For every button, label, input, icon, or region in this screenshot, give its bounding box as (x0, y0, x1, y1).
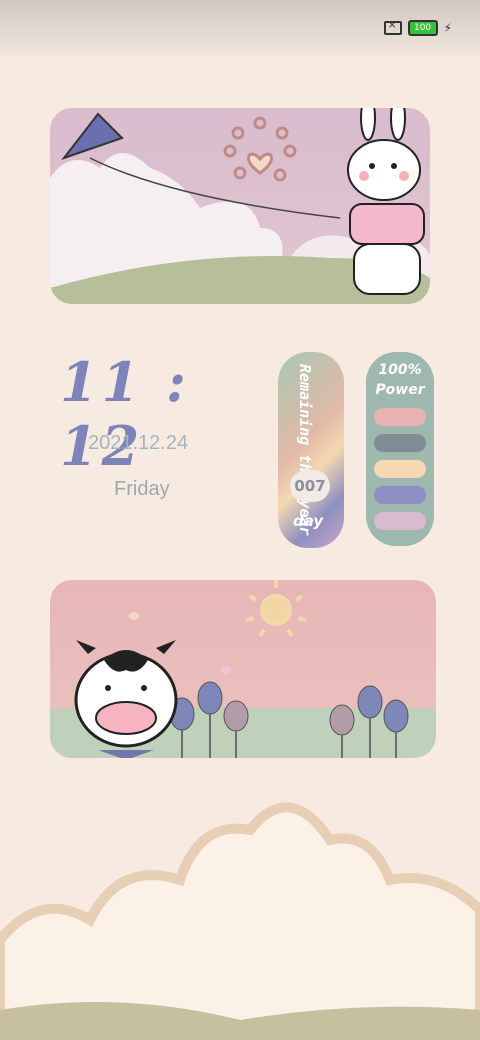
clock-date: 2021.12.24 (88, 432, 189, 454)
background-clouds (0, 802, 480, 1040)
remaining-count: 007 (290, 470, 330, 502)
power-bar (374, 460, 426, 478)
status-icons: 100 ⚡ (383, 18, 452, 36)
battery-level: 100 (413, 23, 432, 33)
clock-time[interactable]: 11 : 12 (60, 350, 244, 478)
remaining-days-widget[interactable]: Remaining this year 007 day (278, 352, 344, 548)
power-bar (374, 486, 426, 504)
cow-tulip-illustration (74, 580, 409, 758)
battery-icon: 100 (407, 20, 438, 36)
clock-weekday: Friday (114, 478, 170, 500)
charging-bolt-icon: ⚡ (443, 21, 452, 35)
power-bar (374, 434, 426, 452)
power-bar (374, 512, 426, 530)
power-label: 100% Power (375, 362, 425, 398)
remaining-label: Remaining this year (296, 364, 314, 536)
bunny-kite-illustration (50, 108, 430, 304)
cow-tulip-widget[interactable] (50, 580, 436, 758)
remaining-unit: day (293, 512, 324, 530)
power-bar (374, 408, 426, 426)
bunny-kite-widget[interactable] (50, 108, 430, 304)
battery-power-widget[interactable]: 100% Power (366, 352, 434, 546)
no-sim-icon (383, 18, 402, 35)
status-bar: 100 ⚡ (0, 0, 480, 56)
